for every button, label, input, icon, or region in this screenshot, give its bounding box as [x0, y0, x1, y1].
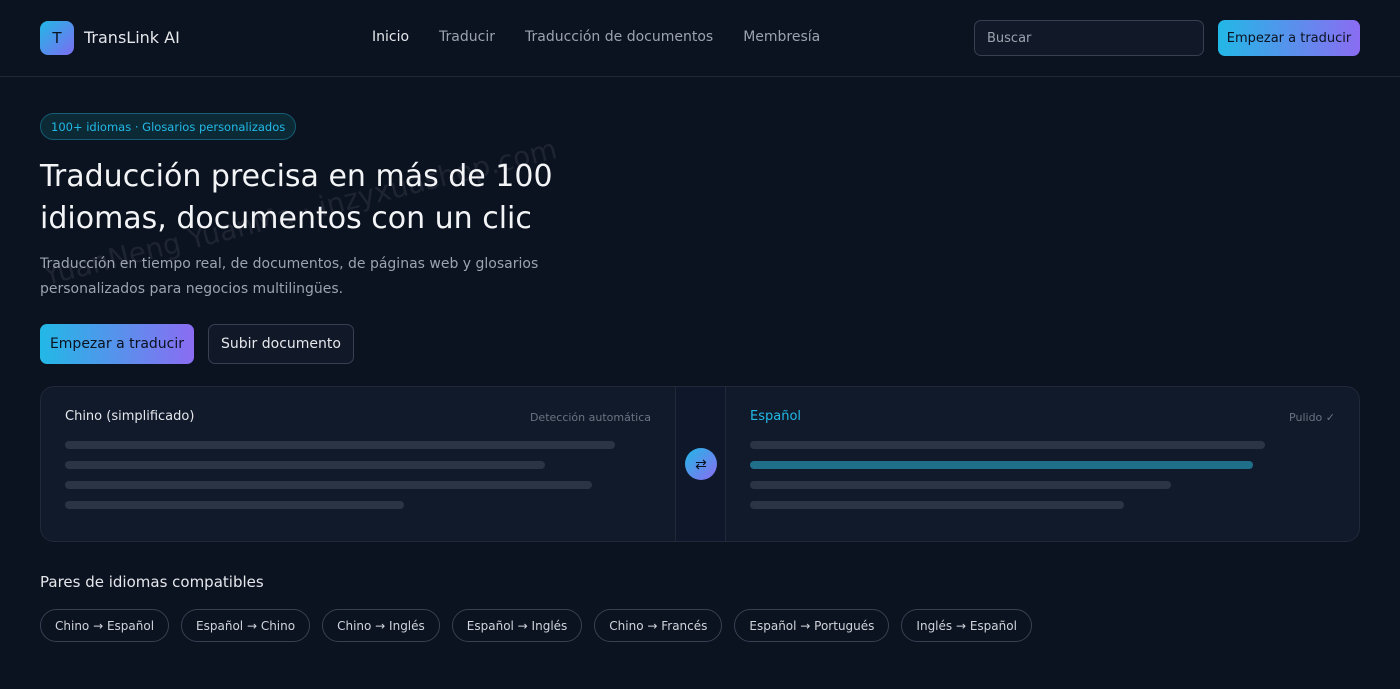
top-header: T TransLink AI Inicio Traducir Traducció… [0, 0, 1400, 77]
header-start-button[interactable]: Empezar a traducir [1218, 20, 1360, 56]
target-text-line [750, 481, 1171, 489]
start-translating-button[interactable]: Empezar a traducir [40, 324, 194, 364]
source-text-line [65, 501, 404, 509]
target-pane[interactable]: Español Pulido ✓ [726, 387, 1359, 541]
translation-preview-panel: Chino (simplificado) Detección automátic… [40, 386, 1360, 542]
upload-document-button[interactable]: Subir documento [208, 324, 354, 364]
language-pairs-list: Chino → Español Español → Chino Chino → … [40, 609, 1032, 642]
source-pane[interactable]: Chino (simplificado) Detección automátic… [41, 387, 675, 541]
nav-item-inicio[interactable]: Inicio [372, 29, 409, 45]
source-text-line [65, 461, 545, 469]
feature-badge: 100+ idiomas · Glosarios personalizados [40, 113, 297, 140]
target-text-line [750, 501, 1124, 509]
source-text-line [65, 481, 592, 489]
swap-column: ⇄ [675, 387, 726, 541]
language-pair-chip[interactable]: Chino → Español [40, 609, 170, 642]
language-pair-chip[interactable]: Inglés → Español [901, 609, 1032, 642]
nav-item-documentos[interactable]: Traducción de documentos [525, 29, 713, 45]
hero-subtitle: Traducción en tiempo real, de documentos… [40, 256, 539, 297]
main-nav: Inicio Traducir Traducción de documentos… [372, 29, 820, 45]
brand-name: TransLink AI [84, 28, 180, 47]
auto-detect-note: Detección automática [529, 411, 651, 424]
pairs-title: Pares de idiomas compatibles [40, 573, 264, 591]
hero-title: Traducción precisa en más de 100 idiomas… [40, 159, 553, 236]
polished-note: Pulido ✓ [1289, 411, 1335, 424]
language-pair-chip[interactable]: Chino → Francés [594, 609, 723, 642]
nav-item-traducir[interactable]: Traducir [439, 29, 495, 45]
language-pair-chip[interactable]: Chino → Inglés [322, 609, 440, 642]
swap-languages-icon[interactable]: ⇄ [685, 448, 717, 480]
target-text-line [750, 441, 1265, 449]
target-text-line-highlight [750, 461, 1253, 469]
source-text-line [65, 441, 615, 449]
language-pair-chip[interactable]: Español → Portugués [734, 609, 890, 642]
nav-item-membresia[interactable]: Membresía [743, 29, 820, 45]
search-input[interactable] [974, 20, 1204, 56]
logo-icon: T [40, 21, 74, 55]
source-language-label[interactable]: Chino (simplificado) [65, 409, 194, 424]
language-pair-chip[interactable]: Español → Chino [181, 609, 311, 642]
language-pair-chip[interactable]: Español → Inglés [451, 609, 583, 642]
target-language-label[interactable]: Español [750, 409, 801, 424]
